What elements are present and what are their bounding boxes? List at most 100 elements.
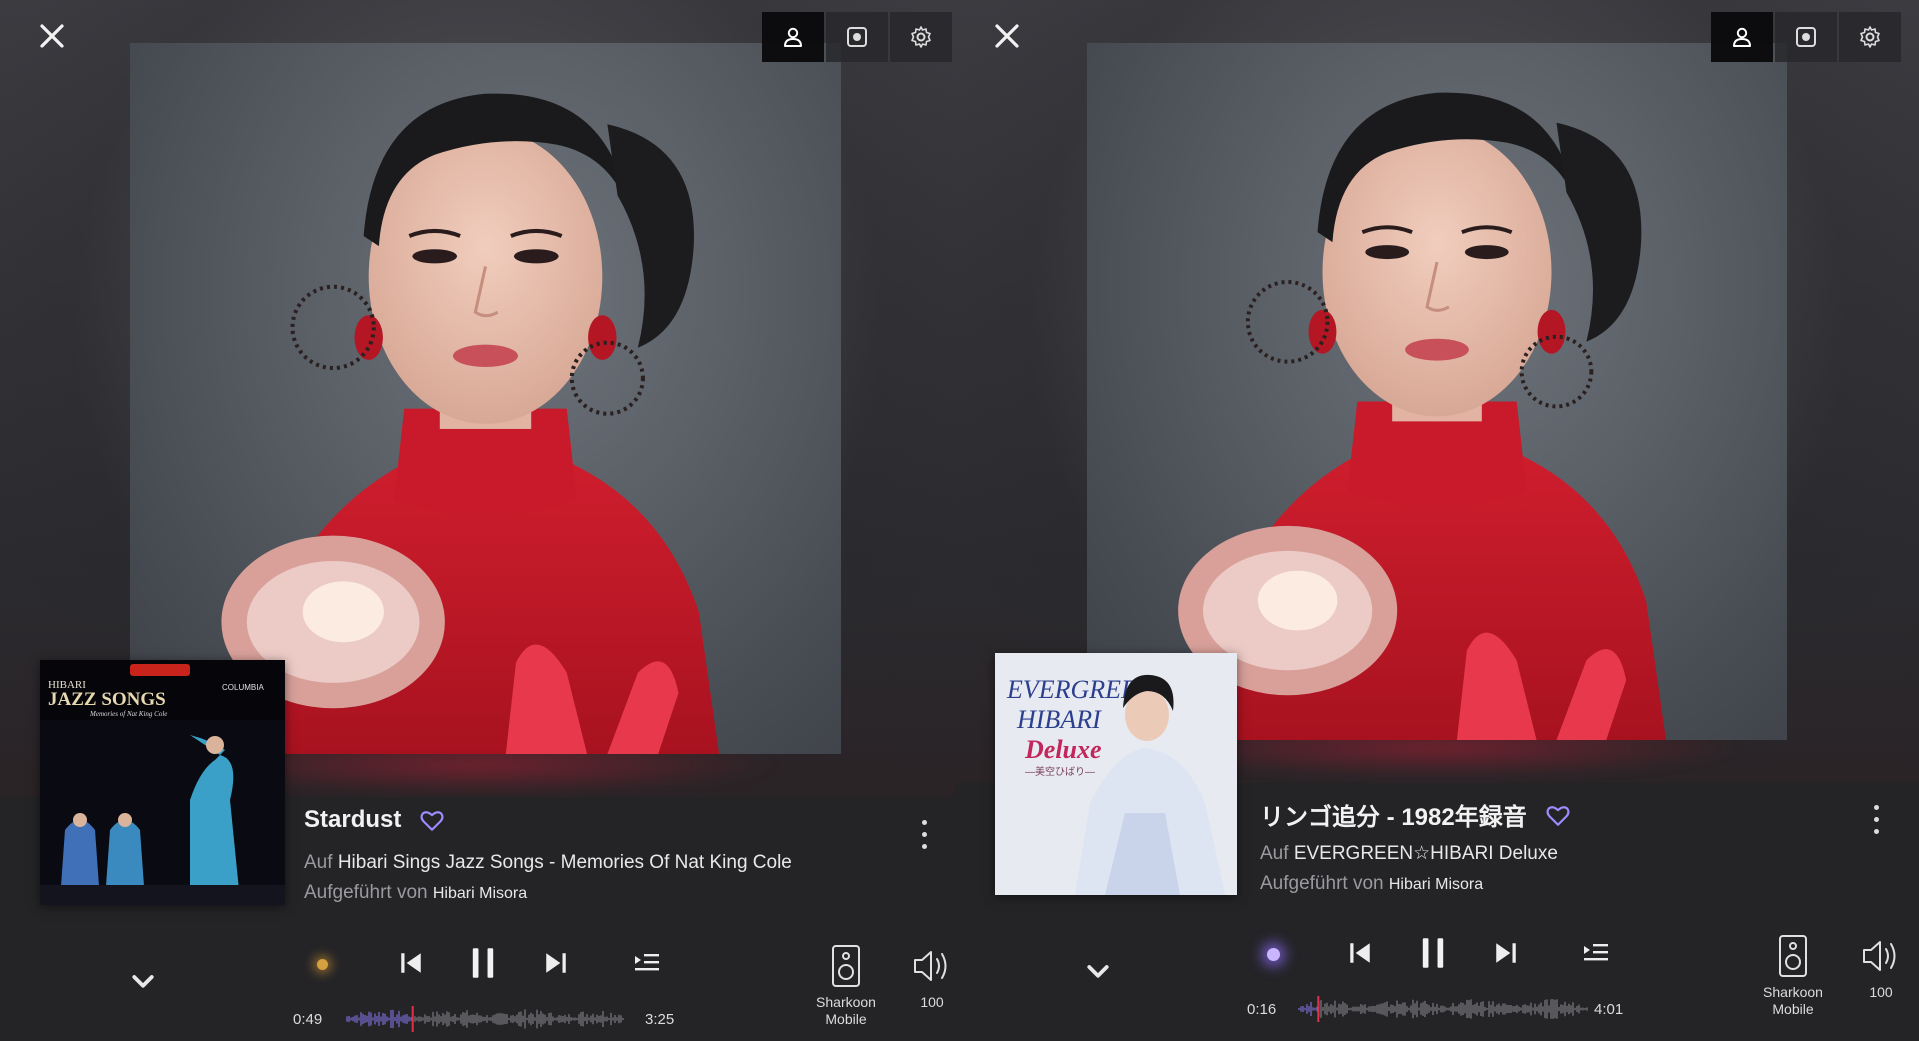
speaker-icon (832, 945, 860, 987)
album-cover-art: EVERGREEN HIBARI Deluxe ―美空ひばり― (995, 653, 1237, 895)
queue-button[interactable] (630, 948, 664, 978)
close-button[interactable] (985, 14, 1029, 58)
settings-button[interactable] (890, 12, 952, 62)
queue-icon (1584, 944, 1608, 961)
waveform-seekbar[interactable] (346, 1006, 624, 1032)
collapse-button[interactable] (128, 970, 158, 994)
performer-prefix: Aufgeführt von (304, 882, 428, 903)
cover-line2: HIBARI (1016, 705, 1102, 734)
previous-button[interactable] (395, 944, 427, 982)
output-device-button[interactable]: Sharkoon Mobile (808, 944, 884, 1028)
volume-icon (914, 951, 947, 981)
playback-indicator (1261, 942, 1285, 966)
pause-button[interactable] (1416, 932, 1450, 974)
playback-indicator (310, 952, 334, 976)
album-cover-art: HIBARI JAZZ SONGS Memories of Nat King C… (40, 660, 285, 905)
more-options-button[interactable] (1864, 801, 1888, 837)
skip-next-icon (1496, 943, 1516, 963)
artist-link[interactable]: Hibari Misora (433, 885, 527, 902)
elapsed-time: 0:49 (293, 1011, 323, 1028)
gear-icon (1860, 26, 1880, 48)
indicator-dot-icon (1266, 947, 1280, 961)
screen-icon (1796, 27, 1816, 47)
album-link[interactable]: Hibari Sings Jazz Songs - Memories Of Na… (338, 852, 792, 873)
album-line: Auf Hibari Sings Jazz Songs - Memories O… (304, 852, 792, 874)
player-panel-left: HIBARI JAZZ SONGS Memories of Nat King C… (0, 0, 955, 1041)
collapse-button[interactable] (1083, 960, 1113, 984)
cover-line3: Deluxe (1024, 735, 1102, 764)
previous-button[interactable] (1344, 934, 1376, 972)
track-title: Stardust (304, 806, 402, 833)
heart-icon (420, 811, 444, 831)
more-vertical-icon (921, 819, 927, 825)
queue-button[interactable] (1579, 938, 1613, 968)
duration-time: 4:01 (1594, 1001, 1624, 1018)
device-label-line1: Sharkoon (816, 994, 876, 1010)
waveform-graphic (1298, 996, 1588, 1022)
favorite-button[interactable] (419, 807, 445, 833)
user-icon (784, 27, 802, 47)
cover-label: COLUMBIA (222, 683, 264, 692)
next-button[interactable] (1490, 934, 1522, 972)
next-button[interactable] (540, 944, 572, 982)
pause-icon (1422, 938, 1444, 968)
waveform-seekbar[interactable] (1298, 996, 1588, 1022)
skip-previous-icon (401, 953, 421, 973)
device-label: Sharkoon Mobile (816, 994, 876, 1028)
artist-photo (130, 43, 841, 754)
view-toolbar (762, 12, 952, 62)
duration-time: 3:25 (645, 1011, 675, 1028)
close-icon (995, 24, 1019, 48)
volume-icon (1863, 941, 1896, 971)
artist-view-button[interactable] (1711, 12, 1773, 62)
volume-level: 100 (1869, 984, 1893, 1000)
track-title: リンゴ追分 - 1982年録音 (1260, 804, 1527, 831)
chevron-down-icon (132, 975, 154, 988)
cover-line4: ―美空ひばり― (1025, 765, 1095, 778)
album-cover[interactable]: EVERGREEN HIBARI Deluxe ―美空ひばり― (995, 653, 1237, 895)
cover-line2: JAZZ SONGS (48, 689, 166, 710)
cover-line3: Memories of Nat King Cole (89, 710, 167, 718)
player-panel-right: EVERGREEN HIBARI Deluxe ―美空ひばり― リンゴ追分 - … (955, 0, 1919, 1041)
volume-button[interactable]: 100 (906, 948, 955, 1011)
queue-icon (635, 954, 659, 971)
gear-icon (911, 26, 931, 48)
indicator-dot-icon (316, 958, 328, 970)
performer-line: Aufgeführt von Hibari Misora (1260, 873, 1483, 895)
pause-icon (472, 948, 494, 978)
pause-button[interactable] (466, 942, 500, 984)
view-toolbar (1711, 12, 1901, 62)
output-device-button[interactable]: Sharkoon Mobile (1755, 934, 1831, 1018)
title-row: Stardust (304, 806, 445, 834)
device-label-line2: Mobile (825, 1011, 867, 1027)
volume-button[interactable]: 100 (1855, 938, 1907, 1001)
title-row: リンゴ追分 - 1982年録音 (1260, 797, 1571, 832)
screen-icon (847, 27, 867, 47)
settings-button[interactable] (1839, 12, 1901, 62)
volume-level: 100 (920, 994, 944, 1010)
display-view-button[interactable] (1775, 12, 1837, 62)
device-label-line2: Mobile (1772, 1001, 1814, 1017)
performer-prefix: Aufgeführt von (1260, 873, 1384, 894)
album-line: Auf EVERGREEN☆HIBARI Deluxe (1260, 842, 1558, 865)
close-button[interactable] (30, 14, 74, 58)
user-icon (1733, 27, 1751, 47)
artist-view-button[interactable] (762, 12, 824, 62)
display-view-button[interactable] (826, 12, 888, 62)
album-link[interactable]: EVERGREEN☆HIBARI Deluxe (1294, 843, 1558, 864)
close-icon (40, 24, 64, 48)
heart-icon (1546, 805, 1570, 826)
album-cover[interactable]: HIBARI JAZZ SONGS Memories of Nat King C… (40, 660, 285, 905)
more-options-button[interactable] (912, 816, 936, 852)
skip-previous-icon (1350, 943, 1370, 963)
artist-photo (1087, 43, 1787, 740)
waveform-graphic (346, 1006, 624, 1032)
device-label-line1: Sharkoon (1763, 984, 1823, 1000)
speaker-icon (1779, 935, 1807, 977)
more-vertical-icon (1873, 804, 1879, 810)
artist-portrait-graphic (1178, 92, 1667, 740)
chevron-down-icon (1087, 965, 1109, 978)
artist-link[interactable]: Hibari Misora (1389, 876, 1483, 893)
album-prefix: Auf (304, 852, 333, 873)
favorite-button[interactable] (1545, 802, 1571, 828)
